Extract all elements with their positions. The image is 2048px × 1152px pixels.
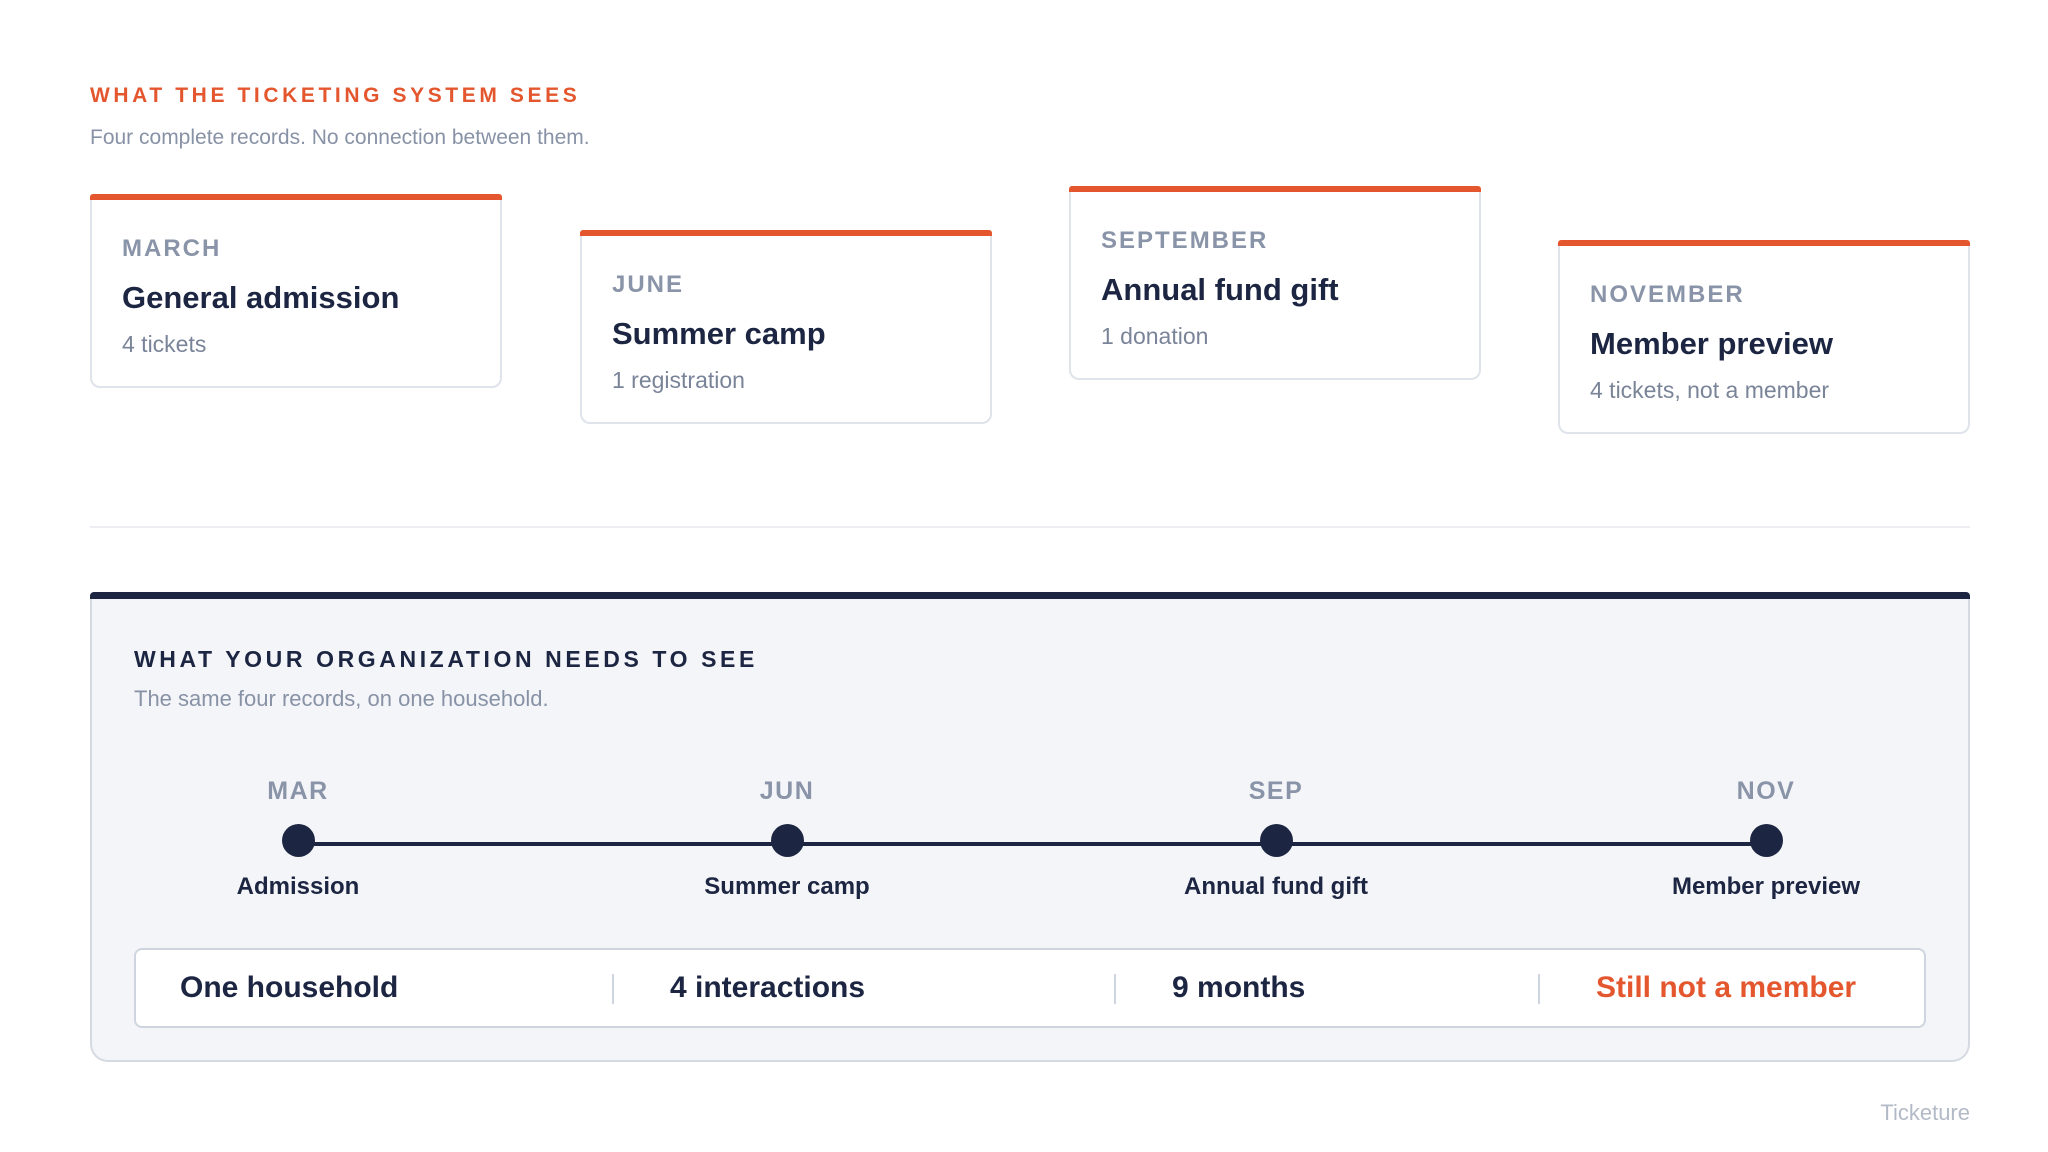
timeline-dot bbox=[282, 824, 315, 857]
timeline-month: MAR bbox=[267, 777, 329, 805]
timeline-point-nov: NOV Member preview bbox=[1616, 776, 1916, 916]
summary-membership-status: Still not a member bbox=[1596, 971, 1857, 1004]
summary-separator bbox=[612, 974, 614, 1004]
timeline-month: JUN bbox=[759, 777, 815, 805]
record-card-march: MARCH General admission 4 tickets bbox=[90, 194, 502, 388]
card-month: JUNE bbox=[612, 271, 685, 298]
household-timeline: MAR Admission JUN Summer camp SEP Annual… bbox=[92, 598, 1968, 900]
record-card-november: NOVEMBER Member preview 4 tickets, not a… bbox=[1558, 240, 1970, 434]
summary-interactions: 4 interactions bbox=[670, 971, 866, 1004]
timeline-month: NOV bbox=[1736, 777, 1796, 805]
record-card-june: JUNE Summer camp 1 registration bbox=[580, 230, 992, 424]
timeline-label: Admission bbox=[236, 873, 360, 900]
brand-wordmark: Ticketure bbox=[1880, 1100, 1970, 1125]
timeline-point-sep: SEP Annual fund gift bbox=[1126, 776, 1426, 916]
card-detail: 4 tickets, not a member bbox=[1590, 377, 1830, 403]
card-month: MARCH bbox=[122, 235, 222, 262]
card-detail: 4 tickets bbox=[122, 331, 207, 357]
section-divider bbox=[90, 526, 1970, 528]
household-panel: WHAT YOUR ORGANIZATION NEEDS TO SEE The … bbox=[90, 592, 1970, 1062]
timeline-month: SEP bbox=[1248, 777, 1304, 805]
summary-household: One household bbox=[180, 971, 399, 1004]
card-detail: 1 donation bbox=[1101, 323, 1209, 349]
card-title: Member preview bbox=[1590, 326, 1833, 361]
timeline-point-jun: JUN Summer camp bbox=[637, 776, 937, 916]
card-month: NOVEMBER bbox=[1590, 281, 1745, 308]
summary-duration: 9 months bbox=[1172, 971, 1306, 1004]
top-section-subtitle: Four complete records. No connection bet… bbox=[90, 126, 590, 149]
timeline-dot bbox=[771, 824, 804, 857]
summary-separator bbox=[1114, 974, 1116, 1004]
card-title: Annual fund gift bbox=[1101, 272, 1339, 307]
timeline-line bbox=[298, 842, 1766, 846]
timeline-label: Summer camp bbox=[704, 873, 870, 900]
timeline-dot bbox=[1750, 824, 1783, 857]
household-summary-bar: One household 4 interactions 9 months St… bbox=[134, 948, 1926, 1028]
card-month: SEPTEMBER bbox=[1101, 227, 1269, 254]
summary-separator bbox=[1538, 974, 1540, 1004]
timeline-point-mar: MAR Admission bbox=[148, 776, 448, 916]
card-title: Summer camp bbox=[612, 316, 826, 351]
card-detail: 1 registration bbox=[612, 367, 745, 393]
timeline-dot bbox=[1260, 824, 1293, 857]
timeline-label: Annual fund gift bbox=[1184, 873, 1368, 900]
timeline-label: Member preview bbox=[1671, 873, 1861, 900]
record-card-september: SEPTEMBER Annual fund gift 1 donation bbox=[1069, 186, 1481, 380]
card-title: General admission bbox=[122, 280, 400, 315]
top-section-title: WHAT THE TICKETING SYSTEM SEES bbox=[90, 84, 581, 107]
